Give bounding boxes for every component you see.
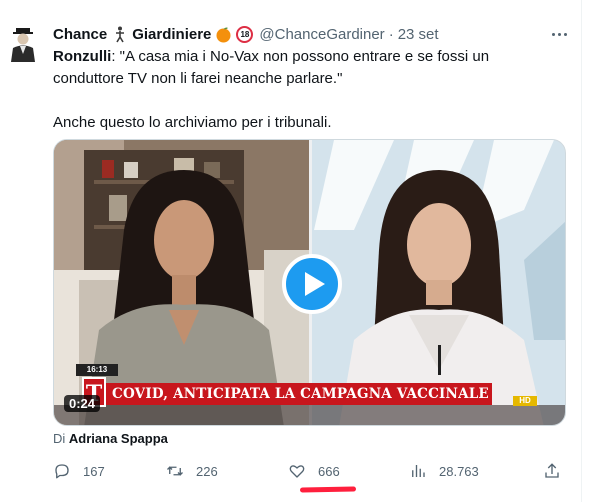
reply-count: 167: [83, 463, 105, 479]
reply-icon: [55, 464, 69, 479]
share-icon: [545, 463, 559, 478]
separator-dot: ·: [388, 25, 394, 43]
tweet-text-line1: : "A casa mia i No-Vax non possono entra…: [111, 48, 490, 65]
more-options-icon[interactable]: [548, 26, 570, 42]
like-count: 666: [318, 463, 340, 479]
tweet[interactable]: Chance Giardiniere 18 @ChanceGardiner · …: [0, 0, 600, 502]
18-icon-label: 18: [240, 29, 250, 39]
timeline-border: [581, 0, 582, 502]
tweet-header: Chance Giardiniere 18 @ChanceGardiner · …: [53, 24, 439, 44]
repost-button[interactable]: 226: [166, 460, 218, 482]
like-button[interactable]: 666: [288, 460, 340, 482]
user-handle[interactable]: @ChanceGardiner: [259, 26, 384, 43]
tweet-text-speaker: Ronzulli: [53, 48, 112, 65]
heart-icon: [289, 465, 305, 478]
repost-icon: [167, 466, 183, 476]
display-name-suffix[interactable]: Giardiniere: [132, 26, 211, 43]
play-icon: [305, 272, 325, 296]
play-button[interactable]: [282, 254, 342, 314]
views-button[interactable]: 28.763: [409, 460, 479, 482]
attribution-name[interactable]: Adriana Spappa: [69, 431, 168, 446]
ticker-clock: 16:13: [76, 364, 118, 376]
tweet-text: Ronzulli: "A casa mia i No-Vax non posso…: [53, 46, 553, 134]
annotation-underline: [299, 486, 357, 493]
reply-button[interactable]: 167: [53, 460, 105, 482]
news-ticker-text: COVID, ANTICIPATA LA CAMPAGNA VACCINALE: [112, 386, 489, 402]
hd-badge: HD: [513, 396, 537, 406]
avatar[interactable]: [7, 22, 39, 62]
rider-icon: [111, 25, 129, 43]
tweet-actions: 167 226 666 28.763: [53, 460, 566, 482]
display-name[interactable]: Chance: [53, 26, 107, 43]
views-icon: [412, 465, 425, 477]
video-duration: 0:24: [64, 395, 101, 412]
video-player[interactable]: 16:13 T COVID, ANTICIPATA LA CAMPAGNA VA…: [53, 139, 566, 426]
video-attribution: Di Adriana Spappa: [53, 431, 168, 446]
repost-count: 226: [196, 463, 218, 479]
tweet-date[interactable]: 23 set: [398, 26, 439, 43]
attribution-prefix: Di: [53, 431, 66, 446]
tweet-text-line2: conduttore TV non li farei neanche parla…: [53, 70, 343, 87]
orange-icon: [215, 26, 232, 43]
tweet-text-line3: Anche questo lo archiviamo per i tribuna…: [53, 114, 332, 131]
views-count: 28.763: [439, 463, 479, 479]
18-icon: 18: [236, 25, 254, 43]
share-button[interactable]: [543, 460, 561, 482]
